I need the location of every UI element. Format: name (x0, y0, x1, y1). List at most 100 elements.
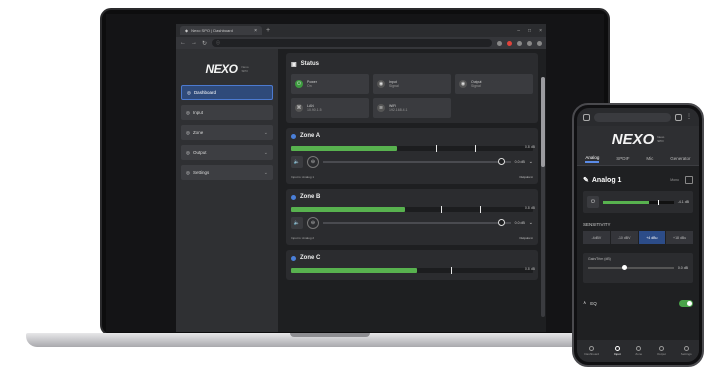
output-signal-icon: ◉ (459, 80, 467, 88)
sidebar-item-dashboard[interactable]: ◎ Dashboard (181, 85, 273, 100)
volume-row: 🔈 ⊖ 0.0 dB ⌄ (291, 155, 533, 169)
menu-icon[interactable]: ⋮ (686, 114, 693, 121)
edit-pencil-icon[interactable]: ✎ (583, 176, 589, 184)
chevron-down-icon: ⌄ (263, 169, 268, 176)
gain-slider[interactable] (588, 265, 674, 270)
scrollbar-thumb[interactable] (541, 77, 545, 167)
site-info-icon[interactable]: ⓘ (216, 40, 220, 46)
main-scrollbar[interactable] (541, 77, 545, 317)
eq-toggle[interactable] (679, 299, 693, 307)
sensitivity-option[interactable]: +18 dBu (666, 231, 693, 244)
volume-knob[interactable] (497, 158, 505, 165)
bottom-nav-label: Dashboard (584, 352, 600, 356)
tab-close-icon[interactable]: × (254, 28, 257, 34)
zone-input-label: Input is: Analog 1 (291, 175, 315, 179)
sensitivity-option[interactable]: -10 dBV (610, 231, 638, 244)
sensitivity-label: SENSITIVITY (583, 222, 611, 227)
close-window-icon[interactable]: × (539, 28, 542, 34)
meter-value: 0.8 dB (524, 145, 535, 149)
bottom-nav-settings[interactable]: Settings (681, 346, 692, 356)
channel-settings-icon[interactable] (685, 176, 693, 184)
meter-value: 0.8 dB (524, 206, 535, 210)
bottom-nav-label: Input (613, 352, 621, 356)
channel-tag: Mono (670, 178, 679, 182)
browser-toolbar: ← → ↻ ⓘ (176, 37, 546, 49)
record-icon[interactable] (507, 40, 512, 46)
zone-title: Zone B (300, 194, 321, 200)
profile-icon[interactable] (527, 40, 532, 46)
speaker-icon[interactable]: 🔈 (291, 156, 303, 168)
volume-dropdown-icon[interactable]: ⌄ (529, 220, 533, 226)
minimize-icon[interactable]: – (517, 28, 520, 34)
volume-knob[interactable] (497, 219, 505, 226)
speaker-icon[interactable]: 🔈 (291, 217, 303, 229)
status-icon: ▣ (291, 61, 297, 68)
mute-icon[interactable]: ⊖ (307, 156, 319, 168)
chevron-down-icon: ⌄ (263, 129, 268, 136)
phone-address-bar[interactable] (594, 112, 671, 122)
output-icon (658, 346, 664, 351)
level-meter: 0.8 dB (291, 267, 535, 274)
sidebar-item-input[interactable]: ◎ Input (181, 105, 273, 120)
address-bar[interactable]: ⓘ (212, 39, 492, 47)
gain-knob[interactable] (622, 265, 628, 270)
laptop-notch (290, 333, 370, 337)
eq-label: EQ (590, 300, 597, 306)
settings-icon: ◎ (186, 169, 190, 175)
browser-tab-bar: ◆ Nexo SPO | Dashboard × + – □ × (176, 24, 546, 37)
menu-icon[interactable] (537, 40, 542, 46)
power-icon[interactable]: ⏻ (587, 196, 599, 208)
logo-subtitle: Nexo SPO (241, 65, 249, 73)
sidebar-item-label: Zone (192, 130, 204, 135)
bottom-nav-input[interactable]: Input (614, 346, 621, 356)
reload-icon[interactable]: ↻ (202, 40, 207, 47)
tab-mic[interactable]: Mic (646, 156, 653, 161)
sensitivity-option[interactable]: -4dBV (583, 231, 610, 244)
zone-icon (636, 346, 642, 351)
tabs-icon[interactable] (675, 113, 682, 121)
nexo-logo: NEXO Nexo SPO (181, 53, 273, 85)
zone-outputs-link[interactable]: Outputs in (519, 236, 533, 240)
logo-mark: NEXO (611, 130, 655, 148)
tab-spdif[interactable]: SPDIF (616, 156, 629, 161)
bottom-nav-output[interactable]: Output (657, 346, 666, 356)
bottom-nav-label: Zone (635, 352, 643, 356)
bookmark-icon[interactable] (497, 40, 502, 46)
output-icon: ◎ (186, 149, 190, 155)
volume-slider[interactable] (323, 158, 511, 165)
zone-header: Zone B (291, 194, 533, 200)
gain-label: Gain/Trim (dB) (588, 257, 611, 261)
sidebar-item-output[interactable]: ◎ Output ⌄ (181, 145, 273, 160)
zone-outputs-link[interactable]: Outputs in (519, 175, 533, 179)
new-tab-button[interactable]: + (266, 27, 270, 34)
forward-icon[interactable]: → (191, 40, 197, 46)
input-icon (614, 346, 620, 351)
volume-slider[interactable] (323, 219, 511, 226)
home-icon[interactable] (583, 113, 590, 121)
meter-value: 0.8 dB (524, 267, 535, 271)
phone-screen: ⋮ NEXO Nexo SPO Analog SPDIF Mic Generat… (577, 108, 699, 362)
sensitivity-option-selected[interactable]: +4 dBu (638, 231, 666, 244)
zone-footer: Input is: Analog 2 Outputs in (291, 236, 533, 240)
maximize-icon[interactable]: □ (528, 28, 531, 34)
volume-dropdown-icon[interactable]: ⌄ (529, 159, 533, 165)
nexo-dashboard: NEXO Nexo SPO ◎ Dashboard ◎ Input ◎ Zone (176, 49, 546, 332)
tab-analog[interactable]: Analog (585, 155, 600, 163)
back-icon[interactable]: ← (180, 40, 186, 46)
eq-curve-icon: ∧ (583, 300, 587, 305)
sidebar-item-zone[interactable]: ◎ Zone ⌄ (181, 125, 273, 140)
extensions-icon[interactable] (517, 40, 522, 46)
bottom-nav-zone[interactable]: Zone (635, 346, 642, 356)
tab-generator[interactable]: Generator (670, 156, 690, 161)
sensitivity-selector: -4dBV -10 dBV +4 dBu +18 dBu (583, 231, 693, 244)
mute-icon[interactable]: ⊖ (307, 217, 319, 229)
bottom-nav-label: Output (656, 352, 666, 356)
sidebar-item-settings[interactable]: ◎ Settings ⌄ (181, 165, 273, 180)
channel-header: ✎ Analog 1 Mono (583, 172, 693, 188)
toolbar-icons (497, 40, 542, 46)
device-mockup: ◆ Nexo SPO | Dashboard × + – □ × ← → ↻ ⓘ (0, 0, 708, 369)
bottom-nav-dashboard[interactable]: Dashboard (584, 346, 599, 356)
phone-body: ✎ Analog 1 Mono ⏻ -4.1 dB SENSITIVITY -4… (577, 166, 699, 315)
browser-tab[interactable]: ◆ Nexo SPO | Dashboard × (180, 26, 262, 35)
zone-bullet-icon (291, 194, 296, 200)
